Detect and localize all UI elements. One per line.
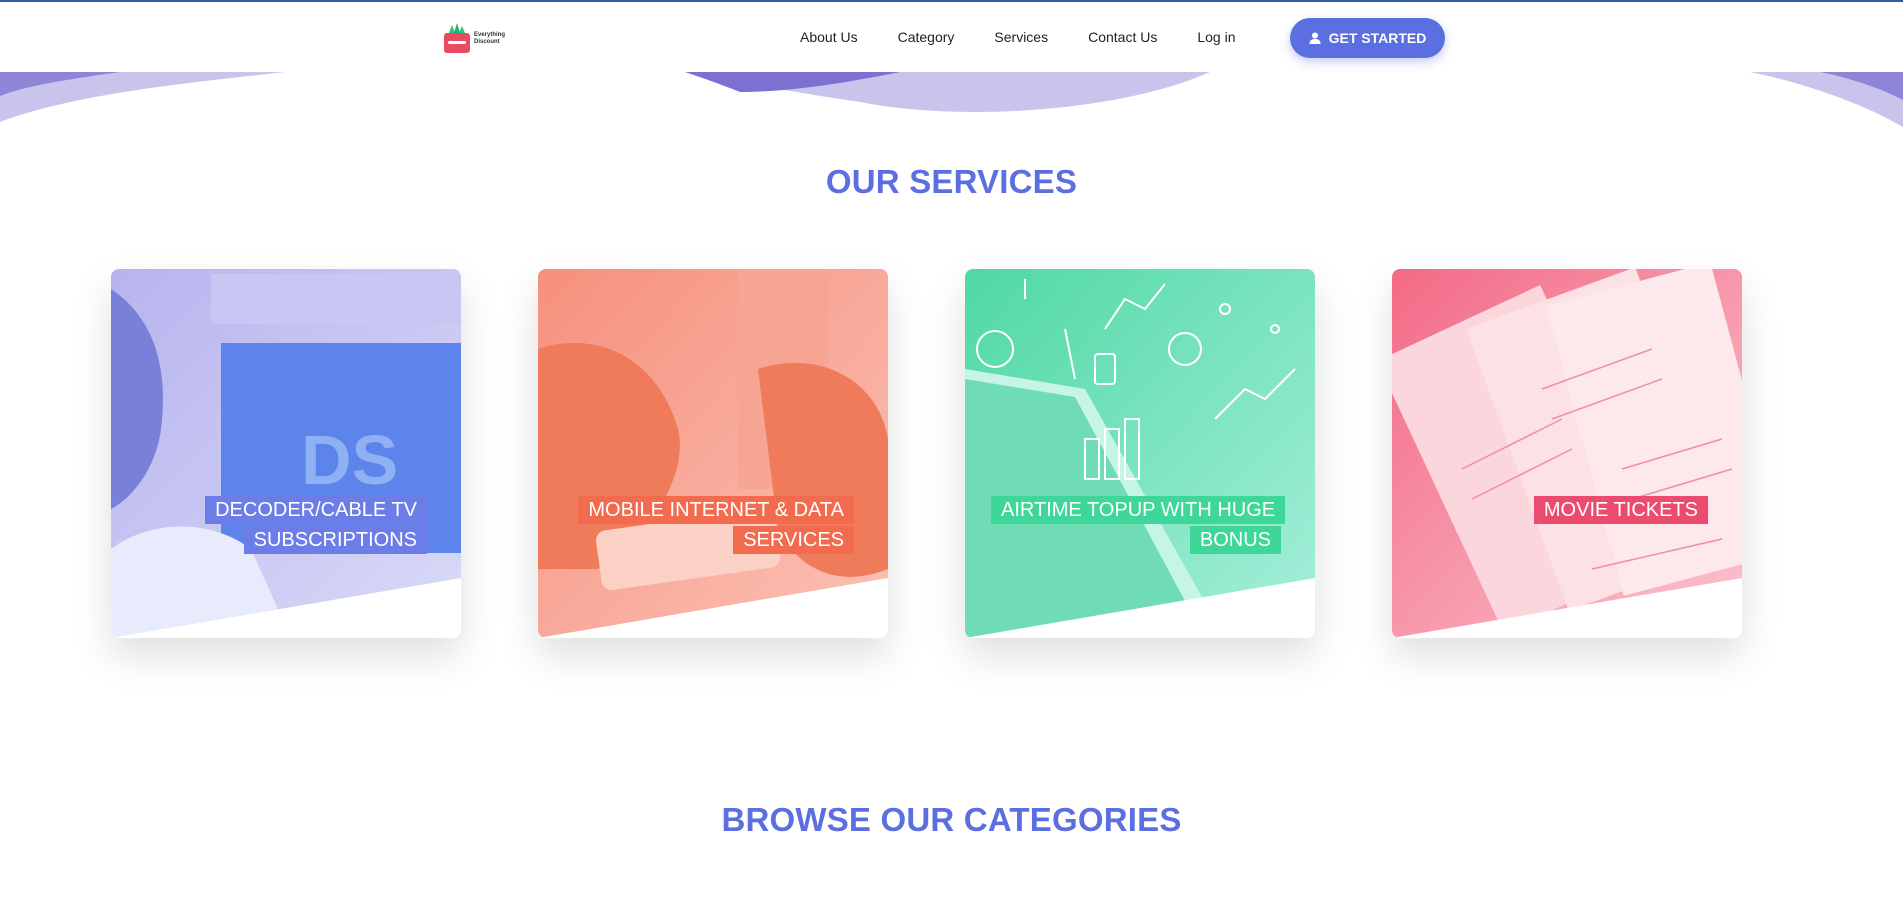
main-nav: About Us Category Services Contact Us Lo…: [800, 2, 1276, 72]
service-card-movie-tickets[interactable]: MOVIE TICKETS: [1392, 269, 1742, 638]
browse-categories-title: BROWSE OUR CATEGORIES: [721, 801, 1182, 838]
logo-text-line1: Everything: [474, 32, 506, 38]
service-card-airtime[interactable]: AIRTIME TOPUP WITH HUGE BONUS: [965, 269, 1315, 638]
service-card-decoder[interactable]: DS DECODER/CABLE TV SUBSCRIPTIONS: [111, 269, 461, 638]
our-services-title: OUR SERVICES: [825, 163, 1078, 200]
nav-log-in[interactable]: Log in: [1197, 29, 1235, 45]
nav-category[interactable]: Category: [898, 29, 955, 45]
logo-text-line2: Discount: [474, 39, 500, 45]
user-icon: [1309, 32, 1321, 44]
svg-text:DS: DS: [301, 421, 398, 499]
service-card-airtime-text: AIRTIME TOPUP WITH HUGE BONUS: [991, 496, 1286, 554]
get-started-button[interactable]: GET STARTED: [1290, 18, 1445, 58]
service-card-movie-tickets-text: MOVIE TICKETS: [1533, 496, 1708, 524]
site-header: Everything Discount About Us Category Se…: [0, 2, 1903, 72]
basket-icon: [444, 23, 470, 55]
service-card-decoder-text: DECODER/CABLE TV SUBSCRIPTIONS: [205, 496, 427, 554]
get-started-label: GET STARTED: [1328, 30, 1427, 46]
service-card-airtime-label: AIRTIME TOPUP WITH HUGE BONUS: [991, 495, 1286, 555]
site-logo[interactable]: Everything Discount: [444, 22, 510, 56]
header-wave-decoration: [0, 72, 1903, 127]
service-card-mobile-data[interactable]: MOBILE INTERNET & DATA SERVICES: [538, 269, 888, 638]
nav-contact-us[interactable]: Contact Us: [1088, 29, 1157, 45]
nav-about-us[interactable]: About Us: [800, 29, 858, 45]
nav-services[interactable]: Services: [994, 29, 1048, 45]
services-cards: DS DECODER/CABLE TV SUBSCRIPTIONS MOBILE…: [111, 269, 1743, 639]
service-card-movie-tickets-label: MOVIE TICKETS: [1418, 495, 1708, 525]
service-card-mobile-data-text: MOBILE INTERNET & DATA SERVICES: [578, 496, 854, 554]
service-card-mobile-data-label: MOBILE INTERNET & DATA SERVICES: [564, 495, 854, 555]
service-card-decoder-label: DECODER/CABLE TV SUBSCRIPTIONS: [137, 495, 427, 555]
